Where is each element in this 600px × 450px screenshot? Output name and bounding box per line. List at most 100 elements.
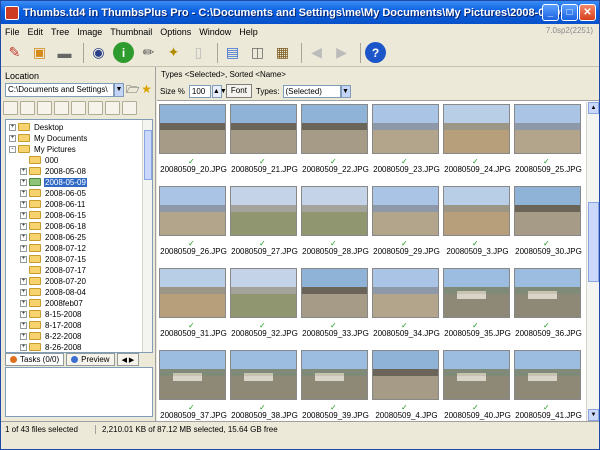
tree-node[interactable]: +8-26-2008: [20, 342, 82, 352]
compare-icon[interactable]: ◫: [247, 42, 268, 63]
tree-node[interactable]: +2008-05-08: [20, 166, 87, 176]
thumbnail-image[interactable]: [230, 350, 297, 400]
expand-icon[interactable]: +: [20, 310, 27, 318]
tree-node[interactable]: +2008-07-12: [20, 243, 87, 253]
expand-icon[interactable]: +: [20, 211, 27, 219]
thumbnail-item[interactable]: ✓ 20080509_40.JPG: [441, 348, 511, 421]
tree-node[interactable]: +2008-06-05: [20, 188, 87, 198]
thumbnail-item[interactable]: ✓ 20080509_34.JPG: [370, 266, 440, 350]
expand-icon[interactable]: [20, 267, 27, 274]
tree-node[interactable]: +8-17-2008: [20, 320, 82, 330]
thumbnail-image[interactable]: [514, 186, 581, 236]
types-select[interactable]: (Selected): [282, 84, 341, 98]
thumbnail-item[interactable]: ✓ 20080509_25.JPG: [512, 102, 582, 186]
thumbnail-item[interactable]: ✓ 20080509_27.JPG: [228, 184, 298, 268]
refresh-icon[interactable]: [54, 101, 69, 115]
info-icon[interactable]: i: [113, 42, 134, 63]
thumbnail-image[interactable]: [230, 186, 297, 236]
expand-icon[interactable]: +: [20, 178, 27, 186]
size-spinner[interactable]: ▲▼: [211, 84, 227, 98]
close-button[interactable]: ✕: [579, 4, 596, 21]
thumbnail-item[interactable]: ✓ 20080509_39.JPG: [299, 348, 369, 421]
font-button[interactable]: Font: [225, 84, 252, 98]
thumbnail-item[interactable]: ✓ 20080509_30.JPG: [512, 184, 582, 268]
expand-icon[interactable]: +: [9, 134, 16, 142]
folder-properties-icon[interactable]: [122, 101, 137, 115]
scanner-icon[interactable]: ▬: [54, 42, 75, 63]
thumbnail-image[interactable]: [301, 104, 368, 154]
tab-tasks[interactable]: Tasks (0/0): [5, 353, 65, 366]
expand-icon[interactable]: +: [20, 189, 27, 197]
folder-tree[interactable]: + Desktop + My Documents - My Pictures 000 +200…: [5, 119, 153, 353]
tree-node[interactable]: +8-22-2008: [20, 331, 82, 341]
menu-help[interactable]: Help: [239, 27, 258, 37]
thumbnail-image[interactable]: [514, 104, 581, 154]
tree-node[interactable]: +2008-07-20: [20, 276, 87, 286]
thumbnail-image[interactable]: [372, 104, 439, 154]
thumbnail-item[interactable]: ✓ 20080509_4.JPG: [370, 348, 439, 421]
expand-icon[interactable]: +: [20, 288, 27, 296]
scroll-down-icon[interactable]: ▼: [588, 409, 599, 421]
folder-up-icon[interactable]: [20, 101, 35, 115]
thumbnail-image[interactable]: [159, 350, 226, 400]
thumbnail-image[interactable]: [159, 104, 226, 154]
new-folder-icon[interactable]: [37, 101, 52, 115]
menu-image[interactable]: Image: [77, 27, 102, 37]
thumbnail-image[interactable]: [372, 350, 439, 400]
thumbnail-item[interactable]: ✓ 20080509_21.JPG: [228, 102, 298, 186]
tree-node[interactable]: + Desktop: [9, 122, 64, 132]
expand-icon[interactable]: +: [20, 167, 27, 175]
thumbnail-item[interactable]: ✓ 20080509_29.JPG: [370, 184, 440, 268]
expand-icon[interactable]: +: [20, 343, 27, 351]
tree-scrollbar[interactable]: [142, 120, 152, 352]
tree-node[interactable]: +8-15-2008: [20, 309, 82, 319]
wand-icon[interactable]: ✦: [163, 42, 184, 63]
location-input[interactable]: C:\Documents and Settings\: [5, 83, 114, 97]
size-input[interactable]: 100: [188, 84, 211, 98]
thumbnail-item[interactable]: ✓ 20080509_35.JPG: [441, 266, 511, 350]
thumbnail-item[interactable]: ✓ 20080509_36.JPG: [512, 266, 582, 350]
forward-arrow-icon[interactable]: ▶: [331, 42, 352, 63]
tree-node[interactable]: +2008-06-25: [20, 232, 87, 242]
thumbnail-item[interactable]: ✓ 20080509_20.JPG: [157, 102, 227, 186]
expand-icon[interactable]: +: [20, 200, 27, 208]
tree-node[interactable]: +2008-06-11: [20, 199, 86, 209]
document-icon[interactable]: ▯: [188, 42, 209, 63]
thumbnail-image[interactable]: [301, 350, 368, 400]
view-eye-icon[interactable]: ◉: [88, 42, 109, 63]
thumbnail-image[interactable]: [372, 268, 439, 318]
move-folder-icon[interactable]: [88, 101, 103, 115]
thumbnail-item[interactable]: ✓ 20080509_38.JPG: [228, 348, 298, 421]
expand-icon[interactable]: +: [20, 222, 27, 230]
thumbnail-item[interactable]: ✓ 20080509_24.JPG: [441, 102, 511, 186]
thumbnail-item[interactable]: ✓ 20080509_22.JPG: [299, 102, 369, 186]
thumbnail-item[interactable]: ✓ 20080509_32.JPG: [228, 266, 298, 350]
thumbnail-image[interactable]: [230, 104, 297, 154]
thumbnail-image[interactable]: [159, 268, 226, 318]
expand-icon[interactable]: +: [20, 277, 27, 285]
thumbnail-image[interactable]: [443, 350, 510, 400]
thumbnail-scroll-thumb[interactable]: [588, 202, 599, 282]
tab-scroll-arrows[interactable]: ◀ ▶: [116, 353, 140, 366]
tree-node[interactable]: 2008-07-17: [20, 265, 87, 275]
tree-node[interactable]: +2008feb07: [20, 298, 84, 308]
tree-node[interactable]: +2008-05-09: [20, 177, 87, 187]
thumbnail-item[interactable]: ✓ 20080509_3.JPG: [441, 184, 510, 268]
back-arrow-icon[interactable]: ◀: [306, 42, 327, 63]
tree-node[interactable]: +2008-07-15: [20, 254, 87, 264]
thumbnail-image[interactable]: [230, 268, 297, 318]
location-dropdown-icon[interactable]: ▼: [114, 83, 124, 97]
thumbnail-item[interactable]: ✓ 20080509_37.JPG: [157, 348, 227, 421]
expand-icon[interactable]: [20, 157, 27, 164]
expand-icon[interactable]: +: [20, 332, 27, 340]
favorites-star-icon[interactable]: ★: [140, 83, 153, 97]
thumbnail-item[interactable]: ✓ 20080509_33.JPG: [299, 266, 369, 350]
thumbnail-image[interactable]: [514, 350, 581, 400]
thumbnail-image[interactable]: [514, 268, 581, 318]
expand-icon[interactable]: +: [9, 123, 16, 131]
menu-edit[interactable]: Edit: [28, 27, 44, 37]
thumbnail-image[interactable]: [443, 186, 510, 236]
thumbnail-image[interactable]: [301, 268, 368, 318]
thumbnail-item[interactable]: ✓ 20080509_31.JPG: [157, 266, 227, 350]
expand-icon[interactable]: +: [20, 321, 27, 329]
